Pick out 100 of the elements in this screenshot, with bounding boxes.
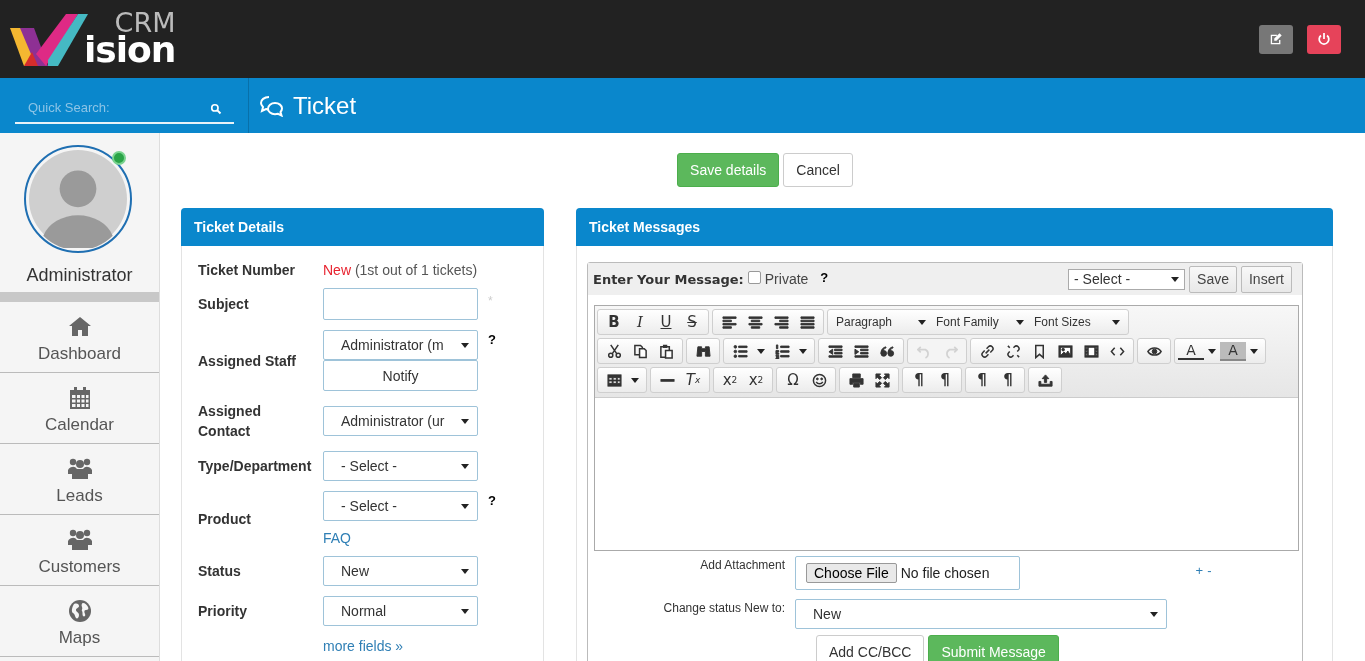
home-icon xyxy=(67,314,92,339)
align-center-icon[interactable] xyxy=(747,314,763,330)
users-icon xyxy=(67,456,92,481)
caret-icon xyxy=(461,503,469,509)
quick-search-field[interactable]: Quick Search: xyxy=(15,93,234,124)
align-left-icon[interactable] xyxy=(721,314,737,330)
save-button[interactable]: Save xyxy=(1189,265,1237,293)
bullet-list-icon[interactable] xyxy=(732,343,748,359)
align-justify-icon[interactable] xyxy=(799,314,815,330)
message-label: Enter Your Message: xyxy=(593,271,744,287)
calendar-icon xyxy=(67,385,92,410)
panel-header: Ticket Details xyxy=(181,208,544,246)
insert-button[interactable]: Insert xyxy=(1241,265,1292,293)
rtl-button[interactable]: ¶ xyxy=(932,370,958,390)
template-select[interactable]: - Select - xyxy=(1068,268,1186,290)
fullscreen-icon[interactable] xyxy=(874,372,890,388)
remove-link[interactable]: - xyxy=(1207,563,1212,578)
notify-button[interactable]: Notify xyxy=(323,360,478,391)
caret-icon xyxy=(461,418,469,424)
table-icon[interactable] xyxy=(606,372,622,388)
italic-button[interactable]: I xyxy=(627,312,653,332)
private-checkbox[interactable] xyxy=(747,271,761,284)
globe-icon xyxy=(67,598,92,623)
caret-icon[interactable] xyxy=(757,348,765,354)
page-title: Ticket xyxy=(293,91,357,120)
image-icon[interactable] xyxy=(1057,343,1073,359)
scissors-icon[interactable] xyxy=(606,343,622,359)
faq-link[interactable]: FAQ xyxy=(323,530,351,546)
format-dropdown[interactable]: Paragraph xyxy=(831,312,931,332)
file-status: No file chosen xyxy=(900,565,990,581)
caret-icon[interactable] xyxy=(631,377,639,383)
paragraph-button[interactable]: ¶ xyxy=(995,370,1021,390)
link-icon[interactable] xyxy=(979,343,995,359)
sidebar-item[interactable]: Maps xyxy=(0,586,159,657)
choose-file-button[interactable]: Choose File xyxy=(806,563,897,583)
sidebar-item[interactable]: Calendar xyxy=(0,373,159,444)
cancel-button[interactable]: Cancel xyxy=(783,153,853,187)
outdent-icon[interactable] xyxy=(827,343,843,359)
format-dropdown[interactable]: Font Family xyxy=(931,312,1029,332)
help-icon[interactable]: ? xyxy=(820,269,829,285)
select-field[interactable]: New xyxy=(323,556,478,586)
sidebar-item[interactable]: Dashboard xyxy=(0,302,159,373)
caret-icon xyxy=(1016,319,1024,325)
subject-field[interactable] xyxy=(323,288,478,320)
sidebar-item[interactable]: Leads xyxy=(0,444,159,515)
caret-icon xyxy=(1171,276,1180,282)
add-link[interactable]: + xyxy=(1195,563,1204,578)
quote-icon[interactable] xyxy=(879,343,895,359)
sidebar-item[interactable]: Customers xyxy=(0,515,159,586)
online-status-icon xyxy=(112,151,126,165)
status-select[interactable]: New xyxy=(795,599,1167,629)
select-field[interactable]: Administrator (ur xyxy=(323,406,478,436)
power-icon xyxy=(1317,32,1331,46)
more-fields-link[interactable]: more fields » xyxy=(323,638,543,654)
edit-icon xyxy=(1269,32,1283,46)
select-field[interactable]: - Select - xyxy=(323,451,478,481)
field-label: Ticket Number xyxy=(198,262,296,278)
user-name: Administrator xyxy=(26,265,133,286)
paste-icon[interactable] xyxy=(658,343,674,359)
bold-button[interactable]: B xyxy=(601,312,627,332)
binoculars-icon[interactable] xyxy=(695,343,711,359)
power-button[interactable] xyxy=(1307,24,1341,54)
film-icon[interactable] xyxy=(1083,343,1099,359)
required-mark: * xyxy=(488,294,493,308)
field-label: Type/Department xyxy=(198,458,313,474)
align-right-icon[interactable] xyxy=(773,314,789,330)
ltr-button[interactable]: ¶ xyxy=(906,370,932,390)
copy-icon[interactable] xyxy=(632,343,648,359)
caret-icon[interactable] xyxy=(799,348,807,354)
caret-icon[interactable] xyxy=(1250,348,1258,354)
special-character-button[interactable]: Ω xyxy=(780,370,806,390)
unlink-icon[interactable] xyxy=(1005,343,1021,359)
avatar-icon xyxy=(29,150,127,248)
format-dropdown[interactable]: Font Sizes xyxy=(1029,312,1125,332)
search-icon[interactable] xyxy=(210,102,222,115)
superscript-button[interactable]: x$^{2}$ xyxy=(743,370,769,390)
numbered-list-icon[interactable] xyxy=(774,343,790,359)
field-label: Assigned Staff xyxy=(198,352,297,369)
caret-icon xyxy=(1150,611,1158,617)
caret-icon xyxy=(461,463,469,469)
strikethrough-button[interactable]: S xyxy=(679,312,705,332)
highlight-color-button[interactable]: A xyxy=(1220,341,1246,361)
text-color-button[interactable]: A xyxy=(1178,342,1204,360)
select-field[interactable]: Administrator (m xyxy=(323,330,478,360)
select-field[interactable]: - Select - xyxy=(323,491,478,521)
cc-bcc-button[interactable]: Add CC/BCC xyxy=(816,635,925,661)
paragraph-button[interactable]: ¶ xyxy=(969,370,995,390)
caret-icon[interactable] xyxy=(1208,348,1216,354)
smiley-icon[interactable] xyxy=(811,372,827,388)
help-icon[interactable]: ? xyxy=(488,332,496,347)
underline-button[interactable]: U xyxy=(653,312,679,332)
insert-icon[interactable] xyxy=(1037,372,1053,388)
indent-icon[interactable] xyxy=(853,343,869,359)
chat-icon xyxy=(259,94,285,117)
edit-button[interactable] xyxy=(1259,24,1293,54)
field-label: Status xyxy=(198,563,242,579)
print-icon[interactable] xyxy=(848,372,864,388)
select-field[interactable]: Normal xyxy=(323,596,478,626)
help-icon[interactable]: ? xyxy=(488,493,496,508)
file-field[interactable]: Choose File No file chosen xyxy=(795,556,1020,590)
